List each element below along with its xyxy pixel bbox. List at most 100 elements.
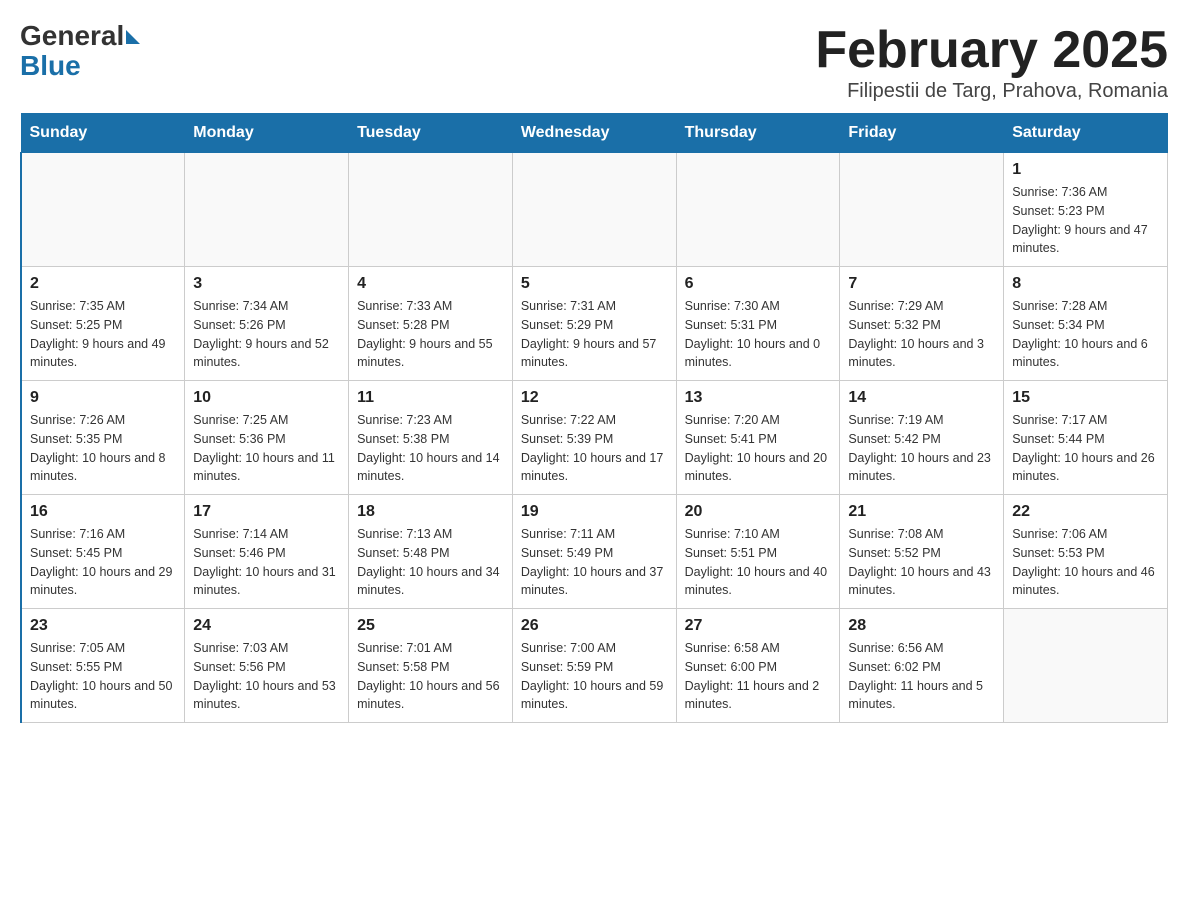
day-number: 9 [30,389,176,407]
day-info: Sunrise: 7:34 AMSunset: 5:26 PMDaylight:… [193,297,340,372]
day-info: Sunrise: 7:08 AMSunset: 5:52 PMDaylight:… [848,525,995,600]
calendar-cell: 8Sunrise: 7:28 AMSunset: 5:34 PMDaylight… [1004,267,1168,381]
calendar-cell: 3 Sunrise: 7:34 AMSunset: 5:26 PMDaylight… [185,267,349,381]
day-number: 11 [357,389,504,407]
day-info: Sunrise: 7:14 AMSunset: 5:46 PMDaylight:… [193,525,340,600]
day-number: 18 [357,503,504,521]
day-number: 3 [193,275,340,293]
day-header-saturday: Saturday [1004,114,1168,153]
day-info: Sunrise: 7:06 AMSunset: 5:53 PMDaylight:… [1012,525,1159,600]
day-info: Sunrise: 7:16 AMSunset: 5:45 PMDaylight:… [30,525,176,600]
day-info: Sunrise: 6:56 AMSunset: 6:02 PMDaylight:… [848,639,995,714]
day-info: Sunrise: 7:25 AMSunset: 5:36 PMDaylight:… [193,411,340,486]
calendar-cell [185,153,349,267]
day-number: 28 [848,617,995,635]
calendar-cell [512,153,676,267]
day-info: Sunrise: 7:26 AMSunset: 5:35 PMDaylight:… [30,411,176,486]
day-info: Sunrise: 7:05 AMSunset: 5:55 PMDaylight:… [30,639,176,714]
calendar-cell: 22 Sunrise: 7:06 AMSunset: 5:53 PMDayligh… [1004,495,1168,609]
day-number: 10 [193,389,340,407]
calendar-cell [21,153,185,267]
day-number: 2 [30,275,176,293]
day-number: 25 [357,617,504,635]
calendar-cell: 14 Sunrise: 7:19 AMSunset: 5:42 PMDayligh… [840,381,1004,495]
calendar-cell: 11 Sunrise: 7:23 AMSunset: 5:38 PMDayligh… [349,381,513,495]
day-number: 8 [1012,275,1159,293]
calendar-cell [840,153,1004,267]
calendar-header: SundayMondayTuesdayWednesdayThursdayFrid… [21,114,1168,153]
day-number: 5 [521,275,668,293]
month-title: February 2025 [815,20,1168,80]
day-info: Sunrise: 7:30 AMSunset: 5:31 PMDaylight:… [685,297,832,372]
calendar-cell [1004,609,1168,723]
calendar-cell: 26Sunrise: 7:00 AMSunset: 5:59 PMDayligh… [512,609,676,723]
calendar-cell [676,153,840,267]
calendar-cell: 2 Sunrise: 7:35 AMSunset: 5:25 PMDaylight… [21,267,185,381]
calendar-cell: 7 Sunrise: 7:29 AMSunset: 5:32 PMDaylight… [840,267,1004,381]
calendar-cell: 21Sunrise: 7:08 AMSunset: 5:52 PMDayligh… [840,495,1004,609]
calendar-cell: 13 Sunrise: 7:20 AMSunset: 5:41 PMDayligh… [676,381,840,495]
logo: General Blue [20,20,140,82]
calendar-cell: 16 Sunrise: 7:16 AMSunset: 5:45 PMDayligh… [21,495,185,609]
day-number: 17 [193,503,340,521]
calendar-cell [349,153,513,267]
calendar-cell: 27 Sunrise: 6:58 AMSunset: 6:00 PMDayligh… [676,609,840,723]
calendar-cell: 19Sunrise: 7:11 AMSunset: 5:49 PMDayligh… [512,495,676,609]
day-info: Sunrise: 7:13 AMSunset: 5:48 PMDaylight:… [357,525,504,600]
logo-blue-text: Blue [20,50,81,82]
day-header-tuesday: Tuesday [349,114,513,153]
calendar-week-5: 23 Sunrise: 7:05 AMSunset: 5:55 PMDayligh… [21,609,1168,723]
day-number: 7 [848,275,995,293]
logo-arrow-icon [126,30,140,44]
calendar-body: 1Sunrise: 7:36 AMSunset: 5:23 PMDaylight… [21,153,1168,723]
day-number: 16 [30,503,176,521]
calendar-cell: 5 Sunrise: 7:31 AMSunset: 5:29 PMDaylight… [512,267,676,381]
days-of-week-row: SundayMondayTuesdayWednesdayThursdayFrid… [21,114,1168,153]
calendar-cell: 4 Sunrise: 7:33 AMSunset: 5:28 PMDaylight… [349,267,513,381]
day-header-monday: Monday [185,114,349,153]
day-number: 13 [685,389,832,407]
calendar-cell: 15 Sunrise: 7:17 AMSunset: 5:44 PMDayligh… [1004,381,1168,495]
day-number: 12 [521,389,668,407]
day-info: Sunrise: 7:01 AMSunset: 5:58 PMDaylight:… [357,639,504,714]
day-header-thursday: Thursday [676,114,840,153]
title-area: February 2025 Filipestii de Targ, Prahov… [815,20,1168,103]
day-header-sunday: Sunday [21,114,185,153]
logo-general-text: General [20,20,124,52]
day-number: 14 [848,389,995,407]
day-number: 15 [1012,389,1159,407]
day-number: 1 [1012,161,1159,179]
calendar-week-4: 16 Sunrise: 7:16 AMSunset: 5:45 PMDayligh… [21,495,1168,609]
day-info: Sunrise: 6:58 AMSunset: 6:00 PMDaylight:… [685,639,832,714]
day-info: Sunrise: 7:10 AMSunset: 5:51 PMDaylight:… [685,525,832,600]
day-info: Sunrise: 7:03 AMSunset: 5:56 PMDaylight:… [193,639,340,714]
day-info: Sunrise: 7:19 AMSunset: 5:42 PMDaylight:… [848,411,995,486]
day-info: Sunrise: 7:20 AMSunset: 5:41 PMDaylight:… [685,411,832,486]
day-info: Sunrise: 7:22 AMSunset: 5:39 PMDaylight:… [521,411,668,486]
calendar-cell: 18 Sunrise: 7:13 AMSunset: 5:48 PMDayligh… [349,495,513,609]
day-number: 6 [685,275,832,293]
calendar-cell: 10 Sunrise: 7:25 AMSunset: 5:36 PMDayligh… [185,381,349,495]
calendar-cell: 12 Sunrise: 7:22 AMSunset: 5:39 PMDayligh… [512,381,676,495]
day-number: 26 [521,617,668,635]
day-info: Sunrise: 7:35 AMSunset: 5:25 PMDaylight:… [30,297,176,372]
day-number: 23 [30,617,176,635]
calendar-cell: 9 Sunrise: 7:26 AMSunset: 5:35 PMDaylight… [21,381,185,495]
day-info: Sunrise: 7:29 AMSunset: 5:32 PMDaylight:… [848,297,995,372]
day-number: 27 [685,617,832,635]
calendar-week-3: 9 Sunrise: 7:26 AMSunset: 5:35 PMDaylight… [21,381,1168,495]
day-number: 20 [685,503,832,521]
day-number: 4 [357,275,504,293]
day-info: Sunrise: 7:33 AMSunset: 5:28 PMDaylight:… [357,297,504,372]
day-info: Sunrise: 7:23 AMSunset: 5:38 PMDaylight:… [357,411,504,486]
day-header-friday: Friday [840,114,1004,153]
day-header-wednesday: Wednesday [512,114,676,153]
day-info: Sunrise: 7:17 AMSunset: 5:44 PMDaylight:… [1012,411,1159,486]
location-subtitle: Filipestii de Targ, Prahova, Romania [815,80,1168,103]
day-info: Sunrise: 7:31 AMSunset: 5:29 PMDaylight:… [521,297,668,372]
day-number: 22 [1012,503,1159,521]
calendar-week-1: 1Sunrise: 7:36 AMSunset: 5:23 PMDaylight… [21,153,1168,267]
day-number: 19 [521,503,668,521]
calendar-cell: 20 Sunrise: 7:10 AMSunset: 5:51 PMDayligh… [676,495,840,609]
calendar-cell: 1Sunrise: 7:36 AMSunset: 5:23 PMDaylight… [1004,153,1168,267]
